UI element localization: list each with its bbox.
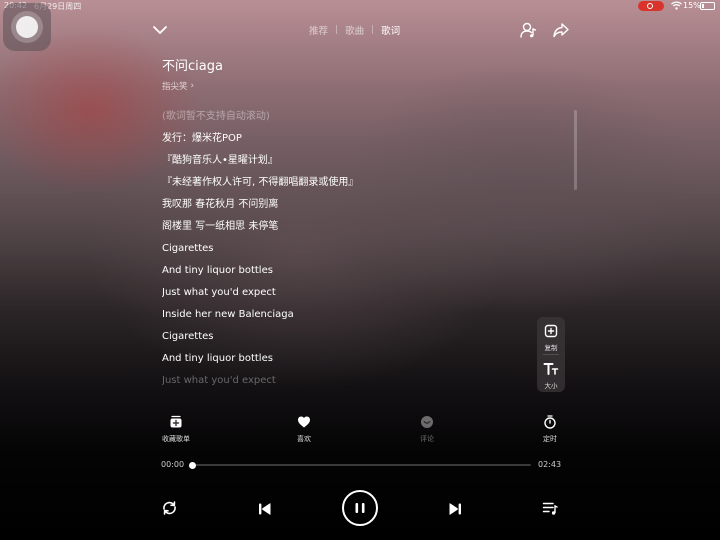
wifi-icon — [671, 1, 682, 13]
chevron-right-icon: › — [190, 81, 195, 91]
copy-label: 复制 — [544, 344, 558, 352]
lyrics-scrollbar[interactable] — [574, 110, 577, 190]
lyric-line[interactable]: And tiny liquor bottles — [162, 264, 273, 278]
tab-recommend[interactable]: 推荐 — [306, 23, 331, 37]
progress-knob[interactable] — [188, 461, 196, 469]
battery-icon — [700, 2, 715, 10]
previous-button[interactable] — [258, 501, 272, 520]
like-button[interactable]: 喜欢 — [279, 414, 329, 444]
font-size-icon — [543, 363, 559, 375]
tab-lyrics[interactable]: 歌词 — [378, 23, 403, 37]
pause-button[interactable] — [342, 490, 378, 526]
lyric-line[interactable]: 『未经著作权人许可, 不得翻唱翻录或使用』 — [162, 176, 358, 190]
chevron-down-icon — [153, 26, 167, 34]
comment-label: 评论 — [420, 435, 434, 443]
heart-icon — [298, 416, 310, 428]
status-bar: 20:42 6月29日周四 15% — [0, 0, 720, 13]
timer-label: 定时 — [543, 435, 557, 443]
comment-button[interactable]: 评论 — [402, 414, 452, 444]
lyric-line[interactable]: Cigarettes — [162, 242, 213, 256]
total-time: 02:43 — [538, 460, 562, 469]
lyrics-panel[interactable]: (歌词暂不支持自动滚动) 发行：爆米花POP 『酷狗音乐人•星曜计划』 『未经著… — [162, 106, 542, 388]
lyric-line[interactable]: Cigarettes — [162, 330, 213, 344]
next-button[interactable] — [448, 501, 462, 520]
lyric-line[interactable]: Just what you'd expect — [162, 286, 276, 300]
song-title: 不问ciaga — [162, 59, 223, 74]
share-button[interactable] — [551, 20, 571, 40]
tab-separator: | — [335, 25, 339, 35]
screen-record-icon[interactable] — [638, 1, 664, 11]
tab-separator: | — [371, 25, 375, 35]
add-to-playlist-icon — [170, 415, 182, 428]
copy-button[interactable]: 复制 — [537, 323, 565, 352]
playlist-button[interactable] — [542, 501, 558, 520]
add-to-playlist-button[interactable]: 收藏歌单 — [151, 414, 201, 444]
lyric-line[interactable]: Just what you'd expect — [162, 374, 276, 388]
assistive-touch-button[interactable] — [3, 3, 51, 51]
collapse-button[interactable] — [151, 22, 169, 38]
tab-songs[interactable]: 歌曲 — [342, 23, 367, 37]
lyric-line[interactable]: 『酷狗音乐人•星曜计划』 — [162, 154, 278, 168]
timer-icon — [544, 415, 556, 429]
progress-bar[interactable] — [188, 461, 531, 469]
lyric-line[interactable]: And tiny liquor bottles — [162, 352, 273, 366]
lyrics-tool-panel: 复制 大小 — [537, 317, 565, 392]
battery-percent: 15% — [683, 1, 701, 10]
artist-link[interactable]: 指尖笑 › — [162, 80, 194, 92]
lyric-line[interactable]: Inside her new Balenciaga — [162, 308, 294, 322]
tab-bar: 推荐 | 歌曲 | 歌词 — [306, 22, 403, 38]
lyrics-notice: (歌词暂不支持自动滚动) — [162, 111, 270, 122]
playlist-icon — [542, 502, 558, 515]
like-label: 喜欢 — [297, 435, 311, 443]
artist-name: 指尖笑 — [162, 82, 188, 92]
share-icon — [553, 23, 569, 38]
repeat-button[interactable] — [161, 500, 178, 520]
font-size-label: 大小 — [544, 382, 558, 390]
copy-plus-icon — [544, 324, 558, 338]
timer-button[interactable]: 定时 — [525, 414, 575, 444]
comment-icon — [421, 416, 433, 428]
next-icon — [449, 503, 461, 515]
previous-icon — [259, 503, 271, 515]
font-size-button[interactable]: 大小 — [537, 361, 565, 390]
lyric-line[interactable]: 我叹那 春花秋月 不问别离 — [162, 198, 278, 212]
music-assistant-button[interactable] — [518, 20, 538, 40]
music-assistant-icon — [520, 22, 537, 38]
repeat-icon — [163, 501, 176, 515]
current-time: 00:00 — [161, 460, 185, 469]
pause-icon — [355, 503, 365, 513]
lyric-line[interactable]: 阁楼里 写一纸相思 未停笔 — [162, 220, 278, 234]
lyric-line[interactable]: 发行：爆米花POP — [162, 132, 242, 146]
add-to-playlist-label: 收藏歌单 — [162, 435, 190, 443]
